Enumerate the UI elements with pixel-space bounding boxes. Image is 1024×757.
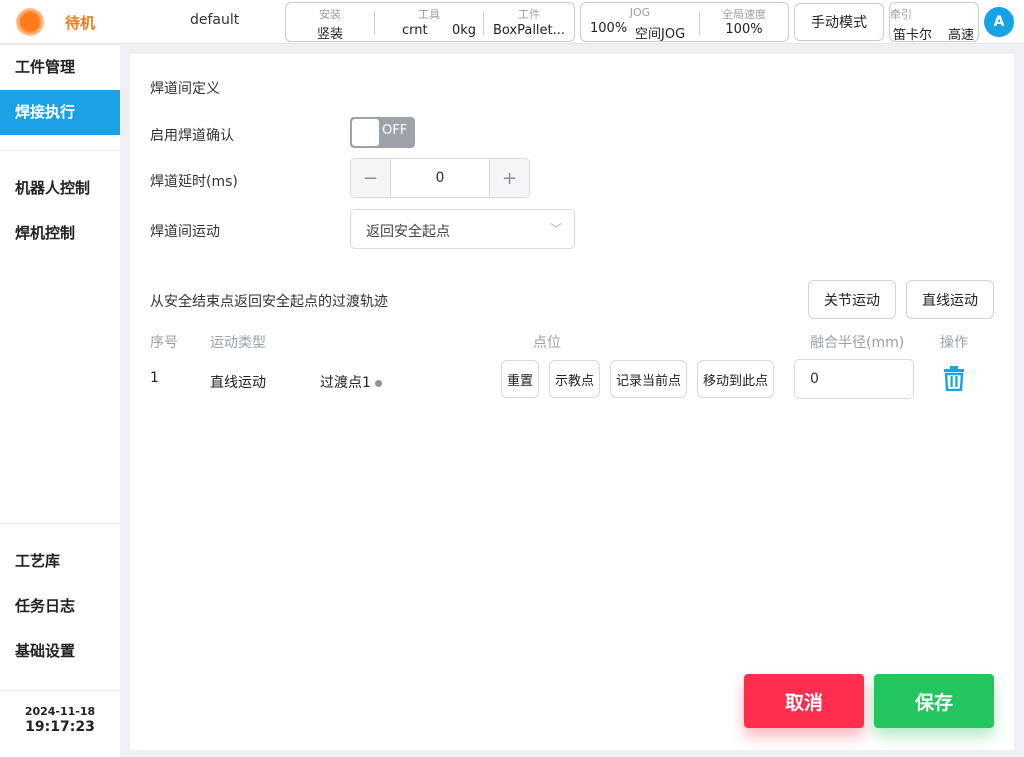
traction-panel[interactable]: 牵引 笛卡尔 高速 <box>889 2 979 43</box>
th-motion-type: 运动类型 <box>210 335 266 351</box>
tool-cell[interactable]: 工具 crnt 0kg <box>375 3 483 41</box>
reset-button[interactable]: 重置 <box>501 360 539 398</box>
row-index: 1 <box>150 370 159 386</box>
motion-select[interactable]: 返回安全起点 ﹀ <box>350 209 575 249</box>
traction-speed: 高速 <box>948 28 975 43</box>
delay-input[interactable] <box>392 159 488 197</box>
sidebar: 工件管理 焊接执行 机器人控制 焊机控制 工艺库 任务日志 基础设置 2024-… <box>0 45 120 757</box>
th-action: 操作 <box>940 335 968 351</box>
confirm-toggle[interactable]: OFF <box>350 117 415 148</box>
decrement-button[interactable]: − <box>351 159 391 197</box>
install-caption: 安装 <box>319 8 341 21</box>
point-status-dot-icon <box>374 379 382 387</box>
sidebar-item-welder-control[interactable]: 焊机控制 <box>0 211 120 256</box>
th-point: 点位 <box>533 335 561 351</box>
sidebar-divider <box>0 690 120 691</box>
install-cell[interactable]: 安装 竖装 <box>286 3 374 42</box>
sidebar-divider <box>0 150 120 151</box>
jog-speed: 100% <box>590 21 628 36</box>
global-speed-cell[interactable]: 全局速度 100% <box>700 3 788 41</box>
tool-caption: 工具 <box>418 8 440 21</box>
row-motion-type[interactable]: 直线运动 <box>210 372 266 392</box>
traction-coord: 笛卡尔 <box>893 28 933 43</box>
confirm-label: 启用焊道确认 <box>150 128 234 144</box>
cancel-button[interactable]: 取消 <box>744 674 864 728</box>
top-bar: 待机 default 安装 竖装 工具 crnt 0kg 工件 BoxPalle… <box>0 0 1024 44</box>
robot-status: 待机 <box>65 14 96 32</box>
toggle-knob <box>352 119 379 146</box>
status-indicator-icon <box>16 8 44 36</box>
th-index: 序号 <box>150 335 178 351</box>
chevron-down-icon: ﹀ <box>549 222 562 236</box>
delay-stepper[interactable]: − + <box>350 158 530 198</box>
tool-load: 0kg <box>452 23 477 38</box>
global-speed-value: 100% <box>725 22 763 37</box>
sidebar-item-robot-control[interactable]: 机器人控制 <box>0 166 120 211</box>
config-panel[interactable]: 安装 竖装 工具 crnt 0kg 工件 BoxPallet... <box>285 2 575 42</box>
increment-button[interactable]: + <box>489 159 529 197</box>
clock-date: 2024-11-18 <box>24 705 96 718</box>
sidebar-item-task-log[interactable]: 任务日志 <box>0 584 120 629</box>
motion-select-value: 返回安全起点 <box>366 224 450 240</box>
trajectory-title: 从安全结束点返回安全起点的过渡轨迹 <box>150 294 388 310</box>
motion-label: 焊道间运动 <box>150 224 220 240</box>
traction-caption: 牵引 <box>890 8 912 21</box>
sidebar-item-workpiece-management[interactable]: 工件管理 <box>0 45 120 90</box>
project-name[interactable]: default <box>190 12 239 28</box>
workpiece-value: BoxPallet... <box>492 23 566 38</box>
toggle-state: OFF <box>382 123 408 138</box>
section-title: 焊道间定义 <box>150 81 220 97</box>
tool-name: crnt <box>402 23 428 38</box>
trash-icon[interactable] <box>943 365 965 391</box>
jog-cell[interactable]: JOG 100% 空间JOG <box>581 3 699 42</box>
workpiece-cell[interactable]: 工件 BoxPallet... <box>484 3 574 41</box>
user-avatar[interactable]: A <box>984 7 1014 37</box>
sidebar-item-process-library[interactable]: 工艺库 <box>0 539 120 584</box>
global-speed-caption: 全局速度 <box>722 8 766 21</box>
workpiece-caption: 工件 <box>518 8 540 21</box>
row-point-name: 过渡点1 <box>320 372 382 392</box>
th-radius: 融合半径(mm) <box>810 335 905 351</box>
point-name: 过渡点1 <box>320 375 371 391</box>
jog-caption: JOG <box>629 6 651 19</box>
main-panel: 焊道间定义 启用焊道确认 OFF 焊道延时(ms) − + 焊道间运动 返回安全… <box>130 54 1014 750</box>
clock-time: 19:17:23 <box>25 719 95 735</box>
blend-radius-input[interactable] <box>794 359 914 399</box>
move-to-point-button[interactable]: 移动到此点 <box>697 360 774 398</box>
jog-mode: 空间JOG <box>635 27 686 42</box>
save-button[interactable]: 保存 <box>874 674 994 728</box>
sidebar-item-welding-execution[interactable]: 焊接执行 <box>0 90 120 135</box>
record-current-point-button[interactable]: 记录当前点 <box>610 360 687 398</box>
delay-label: 焊道延时(ms) <box>150 174 238 190</box>
speed-panel[interactable]: JOG 100% 空间JOG 全局速度 100% <box>580 2 789 42</box>
teach-point-button[interactable]: 示教点 <box>549 360 600 398</box>
joint-motion-button[interactable]: 关节运动 <box>808 280 896 319</box>
install-value: 竖装 <box>316 27 343 42</box>
sidebar-item-basic-settings[interactable]: 基础设置 <box>0 629 120 674</box>
linear-motion-button[interactable]: 直线运动 <box>906 280 994 319</box>
manual-mode-button[interactable]: 手动模式 <box>794 3 884 41</box>
sidebar-divider <box>0 523 120 524</box>
